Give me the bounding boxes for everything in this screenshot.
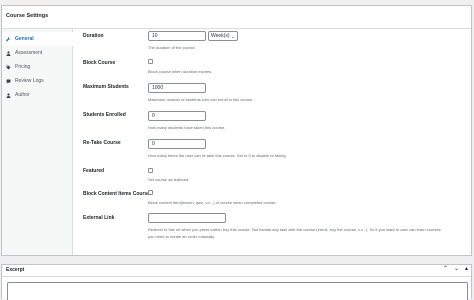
tab-assessment[interactable]: Assessment <box>2 46 72 60</box>
excerpt-title: Excerpt <box>6 267 25 273</box>
tab-label: Review Logs <box>15 78 44 84</box>
tab-pricing[interactable]: Pricing <box>2 60 72 74</box>
external-link-input[interactable] <box>148 213 226 223</box>
duration-unit-select[interactable]: Week(s) ⌄ <box>208 31 238 41</box>
block-items-label: Block Content Items Course <box>83 191 150 197</box>
max-students-label: Maximum Students <box>83 84 129 90</box>
excerpt-panel: Excerpt ⌃ ⌄ ▴ <box>1 264 472 300</box>
block-items-desc: Block content item(lesson, quiz, v.v...)… <box>148 200 277 205</box>
course-settings-panel: Course Settings General Assessment Prici… <box>1 5 472 256</box>
external-link-desc-line1: Redirect to this url when you press butt… <box>148 227 441 232</box>
tab-label: Assessment <box>15 50 43 56</box>
tab-label: Author <box>15 92 30 98</box>
tab-label: General <box>15 36 34 42</box>
block-course-label: Block Course <box>83 60 116 66</box>
excerpt-controls: ⌃ ⌄ ▴ <box>443 265 468 272</box>
students-enrolled-desc: How many students have taken this course… <box>148 125 226 130</box>
featured-desc: Set course as featured. <box>148 177 190 182</box>
tab-general[interactable]: General <box>2 32 73 46</box>
tab-label: Pricing <box>15 64 31 70</box>
retake-input[interactable] <box>148 139 206 149</box>
move-down-icon[interactable]: ⌄ <box>454 265 459 272</box>
retake-desc: How many times the user can re-take this… <box>148 153 286 158</box>
featured-checkbox[interactable] <box>148 168 153 173</box>
block-items-checkbox[interactable] <box>148 190 153 195</box>
external-link-label: External Link <box>83 215 115 221</box>
duration-input[interactable] <box>148 31 206 41</box>
featured-label: Featured <box>83 168 105 174</box>
block-course-checkbox[interactable] <box>148 59 153 64</box>
max-students-input[interactable] <box>148 83 206 93</box>
tab-review-logs[interactable]: Review Logs <box>2 74 72 88</box>
toggle-panel-icon[interactable]: ▴ <box>465 265 468 272</box>
wrench-icon <box>6 36 11 42</box>
tab-author[interactable]: Author <box>2 88 72 102</box>
user-icon <box>6 50 11 56</box>
students-enrolled-input[interactable] <box>148 111 206 121</box>
chevron-down-icon: ⌄ <box>230 34 235 40</box>
settings-sidebar: General Assessment Pricing Review Logs A… <box>2 29 73 255</box>
external-link-desc-line2: you need to create an order manually. <box>148 234 216 239</box>
block-course-desc: Block course when duration expires. <box>148 69 213 74</box>
user-icon <box>6 92 11 98</box>
move-up-icon[interactable]: ⌃ <box>443 265 448 272</box>
students-enrolled-label: Students Enrolled <box>83 112 126 118</box>
retake-label: Re-Take Course <box>83 140 121 146</box>
tag-icon <box>6 65 11 70</box>
duration-label: Duration <box>83 33 104 39</box>
excerpt-divider <box>2 276 471 277</box>
duration-desc: The duration of the course. <box>148 45 196 50</box>
panel-title: Course Settings <box>6 13 49 19</box>
max-students-desc: Maximum number of students who can enrol… <box>148 97 254 102</box>
excerpt-textarea[interactable] <box>7 282 468 300</box>
duration-unit-value: Week(s) <box>211 33 230 39</box>
review-icon <box>6 79 11 84</box>
